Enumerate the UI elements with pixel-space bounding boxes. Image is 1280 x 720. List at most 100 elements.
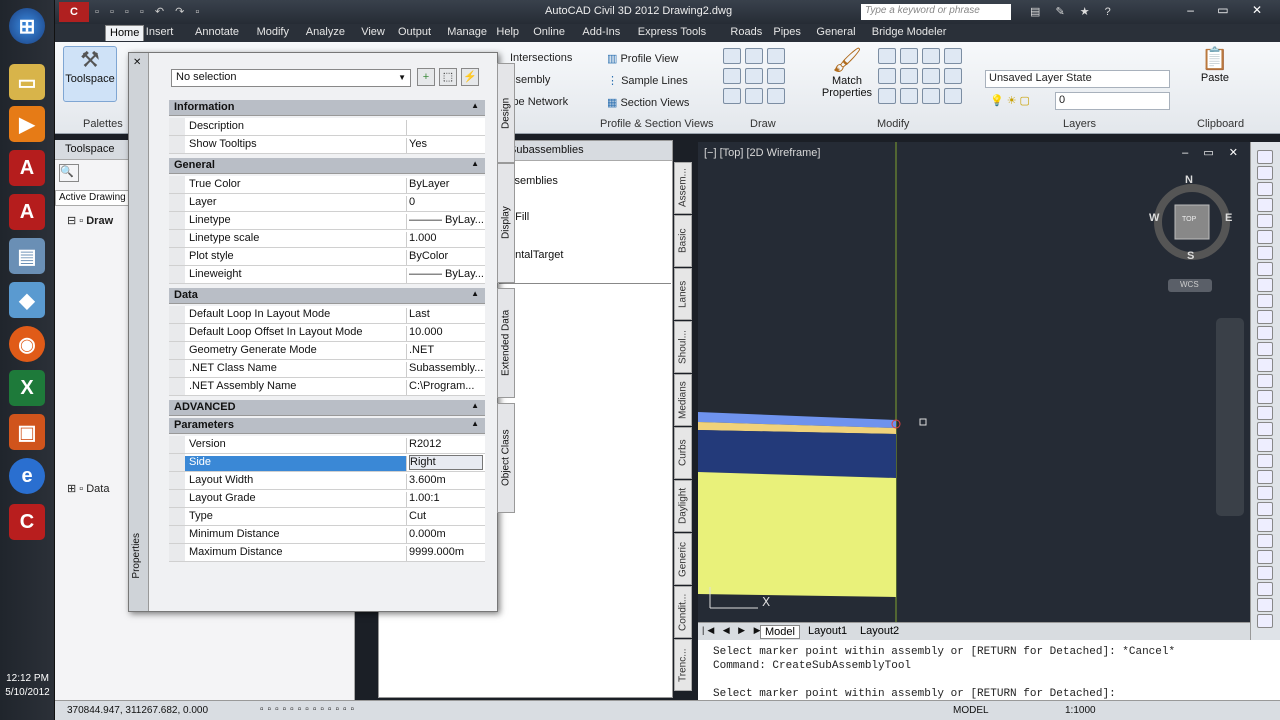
property-row-geometry-generate-mode[interactable]: Geometry Generate Mode .NET <box>169 342 485 360</box>
collapse-icon[interactable]: ▲ <box>471 401 479 410</box>
rotate-icon[interactable] <box>900 48 918 64</box>
tool-palette-tab-1[interactable]: Basic <box>674 215 692 267</box>
section-general[interactable]: General ▲ <box>169 158 485 174</box>
property-value[interactable]: Cut <box>409 510 483 522</box>
close-icon[interactable]: ✕ <box>133 57 141 68</box>
layout-tab-layout2[interactable]: Layout2 <box>856 625 903 637</box>
tab-modify[interactable]: Modify <box>253 25 293 41</box>
tab-output[interactable]: Output <box>394 25 435 41</box>
right-tool-icon[interactable] <box>1257 198 1273 212</box>
selection-dropdown[interactable]: No selection ▼ <box>171 69 411 87</box>
scale-icon[interactable] <box>900 88 918 104</box>
command-line[interactable]: Select marker point within assembly or [… <box>698 640 1280 700</box>
palette-item-assemblies[interactable]: ssemblies <box>509 175 558 187</box>
pipe-network-button[interactable]: ipe Network <box>510 96 568 108</box>
acrobat-icon[interactable]: A <box>9 150 45 186</box>
property-value[interactable]: ——— ByLay... <box>409 268 483 280</box>
layer-state-dropdown[interactable]: Unsaved Layer State <box>985 70 1170 88</box>
right-tool-icon[interactable] <box>1257 438 1273 452</box>
hatch-icon[interactable] <box>767 68 785 84</box>
quick-access-toolbar[interactable]: ▫ ▫ ▫ ▫ ↶ ↷ ▫ <box>95 5 203 18</box>
media-player-icon[interactable]: ▶ <box>9 106 45 142</box>
property-value[interactable]: R2012 <box>409 438 483 450</box>
match-properties-button[interactable]: 🖌 Match Properties <box>817 46 877 99</box>
tree-root[interactable]: ⊟ ▫ Draw <box>67 214 113 227</box>
tool-palette-tab-6[interactable]: Daylight <box>674 480 692 532</box>
collapse-icon[interactable]: ▲ <box>471 419 479 428</box>
ellipse-icon[interactable] <box>745 88 763 104</box>
property-value[interactable]: Right <box>409 455 483 470</box>
window-controls[interactable]: ‒ ▭ ✕ <box>1187 3 1272 17</box>
property-value[interactable]: 1.00:1 <box>409 492 483 504</box>
property-row-true-color[interactable]: True Color ByLayer <box>169 176 485 194</box>
property-value[interactable]: 1.000 <box>409 232 483 244</box>
explode-icon[interactable] <box>944 68 962 84</box>
property-value[interactable]: 10.000 <box>409 326 483 338</box>
right-tool-icon[interactable] <box>1257 550 1273 564</box>
collapse-icon[interactable]: ▲ <box>471 289 479 298</box>
right-tool-icon[interactable] <box>1257 422 1273 436</box>
draw-tools[interactable] <box>723 48 785 104</box>
tree-data[interactable]: ⊞ ▫ Data <box>67 482 109 495</box>
internet-explorer-icon[interactable]: e <box>9 458 45 494</box>
active-drawing-tab[interactable]: Active Drawing <box>55 190 131 206</box>
tab-bridge-modeler[interactable]: Bridge Modeler <box>868 25 951 41</box>
section-parameters[interactable]: Parameters ▲ <box>169 418 485 434</box>
tool-palette-tab-9[interactable]: Trenc... <box>674 639 692 691</box>
tool-palette-tab-5[interactable]: Curbs <box>674 427 692 479</box>
property-value[interactable]: .NET <box>409 344 483 356</box>
circle-icon[interactable] <box>745 68 763 84</box>
help-search-input[interactable]: Type a keyword or phrase <box>861 4 1011 20</box>
move-icon[interactable] <box>878 48 896 64</box>
tab-add-ins[interactable]: Add-Ins <box>578 25 624 41</box>
property-value[interactable]: ByColor <box>409 250 483 262</box>
tab-view[interactable]: View <box>357 25 389 41</box>
right-tool-icon[interactable] <box>1257 566 1273 580</box>
property-value[interactable]: 3.600m <box>409 474 483 486</box>
fillet-icon[interactable] <box>922 68 940 84</box>
property-row-default-loop-in-layout-mode[interactable]: Default Loop In Layout Mode Last <box>169 306 485 324</box>
property-value[interactable]: Yes <box>409 138 483 150</box>
acrobat-reader-icon[interactable]: A <box>9 194 45 230</box>
tab-analyze[interactable]: Analyze <box>302 25 349 41</box>
powerpoint-icon[interactable]: ▣ <box>9 414 45 450</box>
compass-east[interactable]: E <box>1225 212 1232 224</box>
arc-icon[interactable] <box>723 88 741 104</box>
property-row--net-assembly-name[interactable]: .NET Assembly Name C:\Program... <box>169 378 485 396</box>
property-value[interactable]: C:\Program... <box>409 380 483 392</box>
property-row-layout-width[interactable]: Layout Width 3.600m <box>169 472 485 490</box>
section-information[interactable]: Information ▲ <box>169 100 485 116</box>
property-value[interactable]: Last <box>409 308 483 320</box>
array-icon[interactable] <box>922 88 940 104</box>
tab-home[interactable]: Home <box>105 25 145 41</box>
annotation-scale[interactable]: 1:1000 <box>1065 705 1096 716</box>
right-tool-icon[interactable] <box>1257 214 1273 228</box>
right-tool-icon[interactable] <box>1257 342 1273 356</box>
app-icon[interactable]: ◆ <box>9 282 45 318</box>
coordinates-readout[interactable]: 370844.947, 311267.682, 0.000 <box>67 705 208 716</box>
select-objects-icon[interactable]: ⬚ <box>439 68 457 86</box>
intersections-button[interactable]: Intersections <box>510 52 572 64</box>
right-tool-icon[interactable] <box>1257 486 1273 500</box>
property-value[interactable]: Subassembly... <box>409 362 483 374</box>
explorer-icon[interactable]: ▭ <box>9 64 45 100</box>
firefox-icon[interactable]: ◉ <box>9 326 45 362</box>
palette-item-target[interactable]: ontalTarget <box>509 249 563 261</box>
tab-manage[interactable]: Manage <box>443 25 491 41</box>
tool-palette-tab-7[interactable]: Generic <box>674 533 692 585</box>
right-tool-icon[interactable] <box>1257 326 1273 340</box>
modify-tools[interactable] <box>878 48 962 104</box>
property-row-lineweight[interactable]: Lineweight ——— ByLay... <box>169 266 485 284</box>
right-tool-icon[interactable] <box>1257 582 1273 596</box>
trim-icon[interactable] <box>922 48 940 64</box>
tool-palette-tab-2[interactable]: Lanes <box>674 268 692 320</box>
right-tool-icon[interactable] <box>1257 278 1273 292</box>
right-tool-icon[interactable] <box>1257 406 1273 420</box>
tool-palette-tab-4[interactable]: Medians <box>674 374 692 426</box>
property-row-maximum-distance[interactable]: Maximum Distance 9999.000m <box>169 544 485 562</box>
layout-tab-model[interactable]: Model <box>760 625 800 639</box>
search-icon[interactable]: 🔍 <box>59 164 79 182</box>
right-tool-icon[interactable] <box>1257 470 1273 484</box>
right-tool-icon[interactable] <box>1257 502 1273 516</box>
right-tool-icon[interactable] <box>1257 358 1273 372</box>
